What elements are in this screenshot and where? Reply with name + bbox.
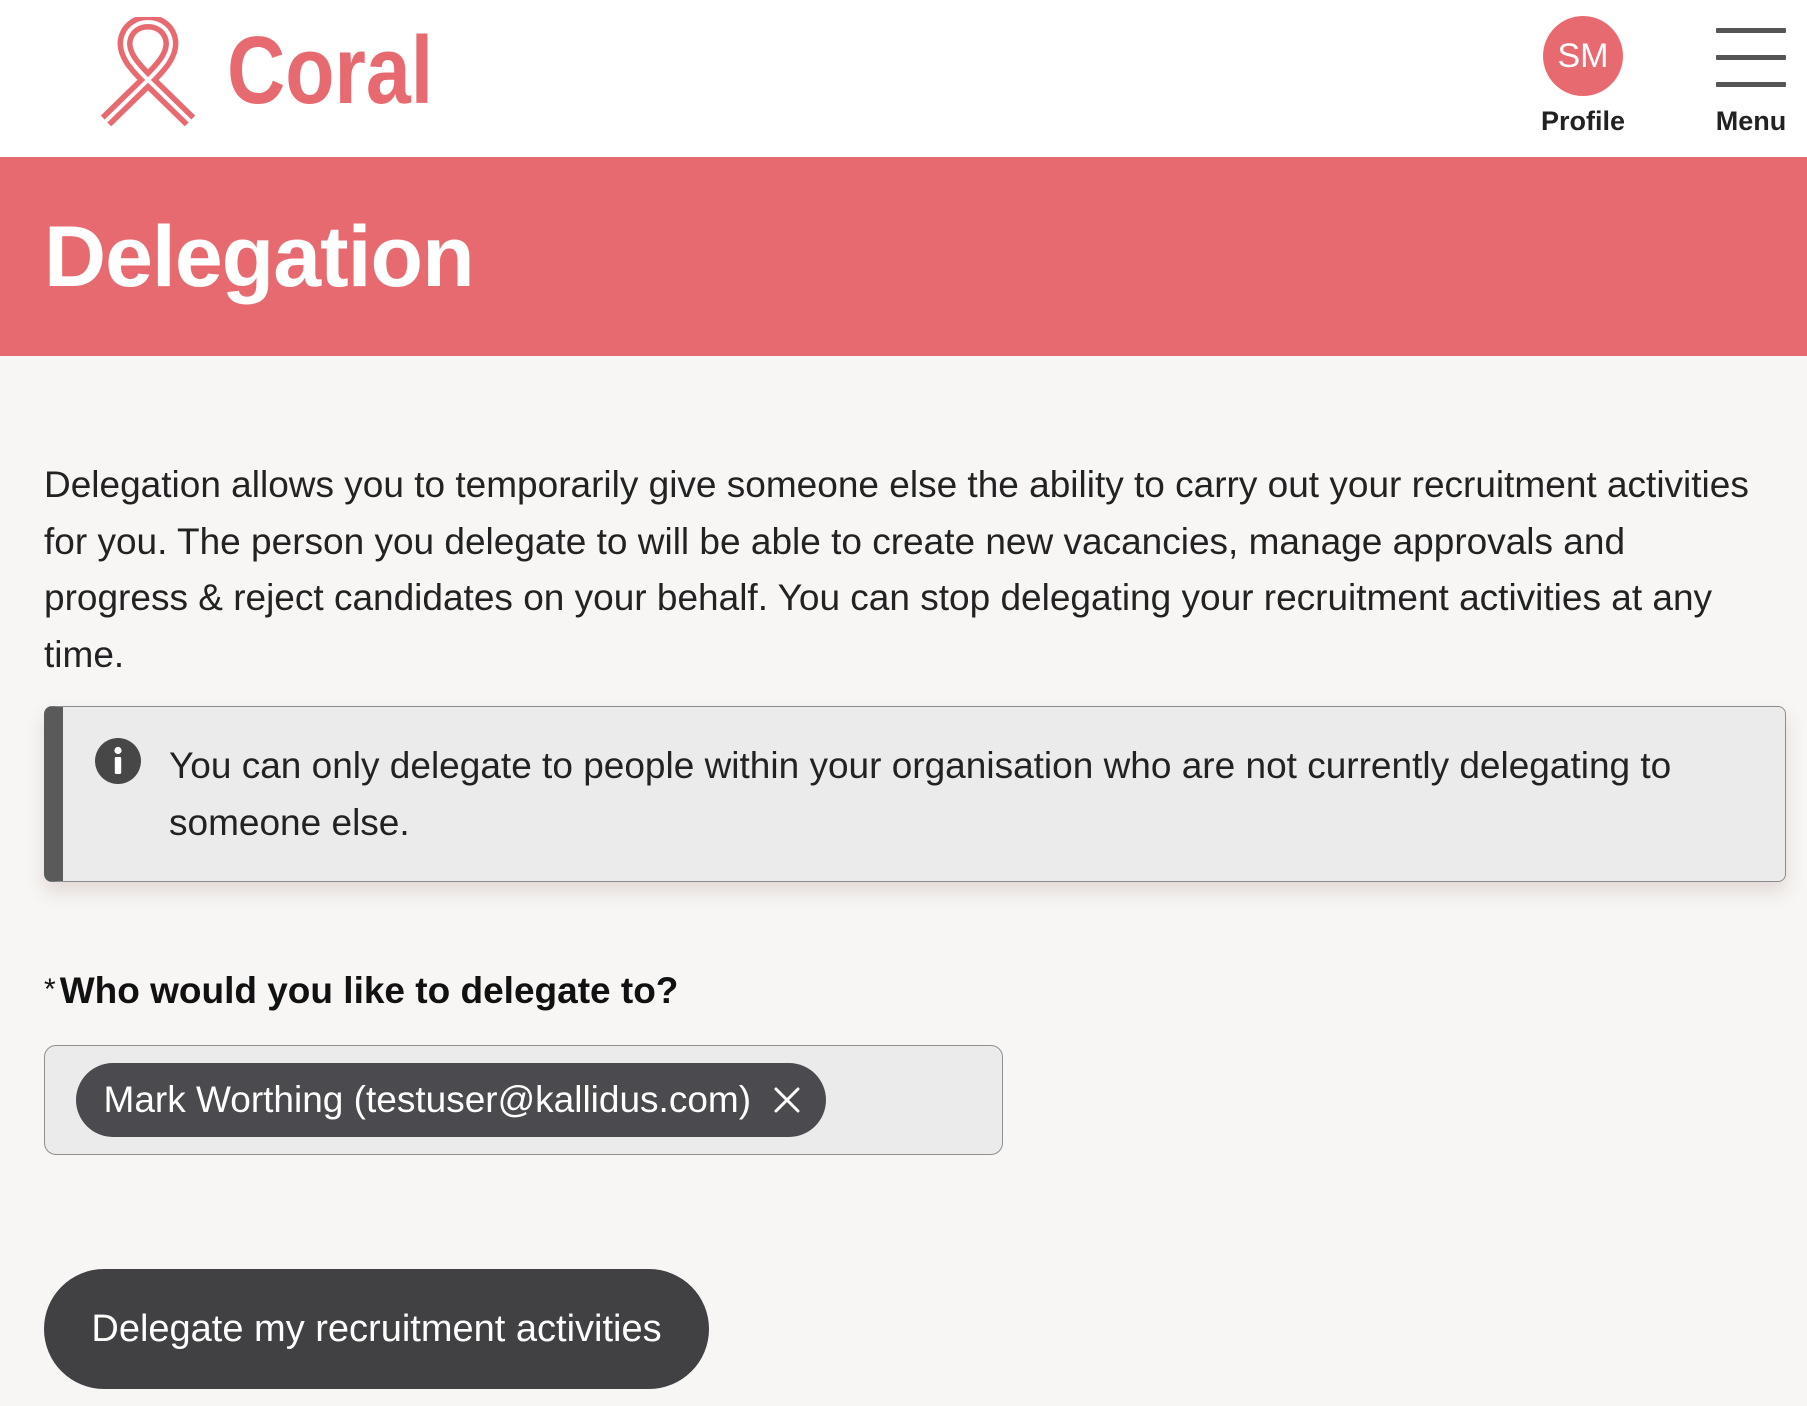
intro-text: Delegation allows you to temporarily giv… <box>44 464 1749 675</box>
hamburger-line <box>1716 28 1786 33</box>
hamburger-line <box>1716 55 1786 60</box>
hamburger-menu-icon <box>1716 0 1786 90</box>
selected-user-chip: Mark Worthing (testuser@kallidus.com) <box>75 1062 827 1137</box>
delegate-submit-button[interactable]: Delegate my recruitment activities <box>44 1269 709 1389</box>
profile-label: Profile <box>1540 106 1626 136</box>
logo-wordmark: Coral <box>227 17 434 124</box>
avatar-initials: SM <box>1557 37 1609 75</box>
delegate-field-label-text: Who would you like to delegate to? <box>59 970 679 1011</box>
awareness-ribbon-icon <box>100 17 196 127</box>
profile-button[interactable]: SM Profile <box>1523 16 1643 141</box>
page-title: Delegation <box>44 208 475 305</box>
close-icon <box>774 1087 800 1112</box>
required-marker: * <box>44 973 56 1006</box>
remove-selection-button[interactable] <box>773 1086 801 1114</box>
info-icon <box>95 738 141 784</box>
info-notice: You can only delegate to people within y… <box>44 706 1786 882</box>
selected-user-text: Mark Worthing (testuser@kallidus.com) <box>103 1079 752 1120</box>
delegate-field-label: * Who would you like to delegate to? <box>44 965 678 1016</box>
menu-label: Menu <box>1715 106 1787 136</box>
menu-button[interactable]: Menu <box>1706 0 1796 141</box>
top-header: Coral SM Profile Menu <box>0 0 1807 157</box>
avatar: SM <box>1543 16 1623 96</box>
coral-logo-link[interactable]: Coral <box>98 17 458 129</box>
info-notice-text: You can only delegate to people within y… <box>169 745 1672 843</box>
delegate-select-input[interactable]: Mark Worthing (testuser@kallidus.com) <box>44 1045 1003 1155</box>
page-banner: Delegation <box>0 157 1807 356</box>
hamburger-line <box>1716 82 1786 87</box>
